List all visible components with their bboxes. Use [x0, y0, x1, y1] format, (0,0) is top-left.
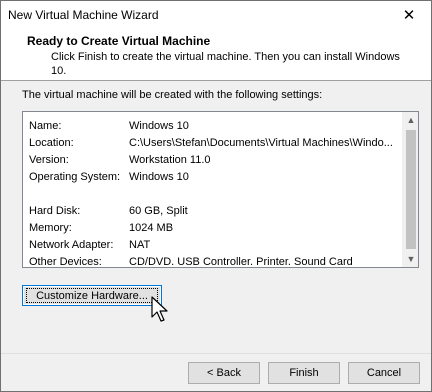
setting-value: 1024 MB — [129, 222, 174, 234]
back-button-label: < Back — [207, 367, 241, 379]
footer-divider — [1, 353, 431, 354]
setting-row-memory: Memory: 1024 MB — [29, 222, 399, 237]
setting-value: Windows 10 — [129, 120, 189, 132]
wizard-header: Ready to Create Virtual Machine Click Fi… — [1, 29, 431, 81]
setting-value: Workstation 11.0 — [129, 154, 211, 166]
scrollbar-thumb[interactable] — [406, 130, 416, 249]
mouse-pointer-icon — [151, 296, 168, 322]
window-title: New Virtual Machine Wizard — [8, 8, 159, 22]
setting-key: Version: — [29, 154, 69, 166]
settings-intro-text: The virtual machine will be created with… — [22, 89, 323, 101]
close-button[interactable]: ✕ — [387, 1, 431, 29]
setting-row-name: Name: Windows 10 — [29, 120, 399, 135]
page-description: Click Finish to create the virtual machi… — [51, 51, 400, 77]
title-bar[interactable]: New Virtual Machine Wizard ✕ — [1, 1, 431, 29]
setting-row-network-adapter: Network Adapter: NAT — [29, 239, 399, 254]
setting-row-other-devices: Other Devices: CD/DVD, USB Controller, P… — [29, 256, 399, 265]
close-icon: ✕ — [402, 7, 416, 24]
setting-row-location: Location: C:\Users\Stefan\Documents\Virt… — [29, 137, 399, 152]
setting-key: Location: — [29, 137, 74, 149]
settings-summary-list[interactable]: Name: Windows 10 Location: C:\Users\Stef… — [22, 111, 419, 268]
settings-list-content: Name: Windows 10 Location: C:\Users\Stef… — [29, 120, 399, 265]
setting-value: NAT — [129, 239, 151, 251]
setting-key: Network Adapter: — [29, 239, 114, 251]
scroll-down-button[interactable]: ▼ — [403, 251, 419, 267]
setting-key: Hard Disk: — [29, 205, 81, 217]
focus-ring — [26, 288, 158, 303]
wizard-window: New Virtual Machine Wizard ✕ Ready to Cr… — [0, 0, 432, 392]
customize-hardware-button[interactable]: Customize Hardware... — [22, 285, 162, 306]
finish-button-label: Finish — [289, 367, 319, 379]
finish-button[interactable]: Finish — [268, 362, 340, 384]
setting-value: C:\Users\Stefan\Documents\Virtual Machin… — [129, 137, 393, 149]
chevron-up-icon: ▲ — [406, 115, 416, 125]
setting-key: Other Devices: — [29, 256, 102, 265]
setting-value: 60 GB, Split — [129, 205, 188, 217]
setting-key: Memory: — [29, 222, 72, 234]
back-button[interactable]: < Back — [188, 362, 260, 384]
vertical-scrollbar[interactable]: ▲ ▼ — [402, 112, 418, 267]
setting-value: CD/DVD, USB Controller, Printer, Sound C… — [129, 256, 353, 265]
cancel-button[interactable]: Cancel — [348, 362, 420, 384]
setting-key: Operating System: — [29, 171, 121, 183]
setting-row-operating-system: Operating System: Windows 10 — [29, 171, 399, 186]
setting-value: Windows 10 — [129, 171, 189, 183]
chevron-down-icon: ▼ — [406, 254, 416, 264]
page-title: Ready to Create Virtual Machine — [27, 34, 211, 48]
cancel-button-label: Cancel — [366, 367, 402, 379]
setting-row-hard-disk: Hard Disk: 60 GB, Split — [29, 205, 399, 220]
setting-row-version: Version: Workstation 11.0 — [29, 154, 399, 169]
scroll-up-button[interactable]: ▲ — [403, 112, 419, 128]
setting-key: Name: — [29, 120, 62, 132]
